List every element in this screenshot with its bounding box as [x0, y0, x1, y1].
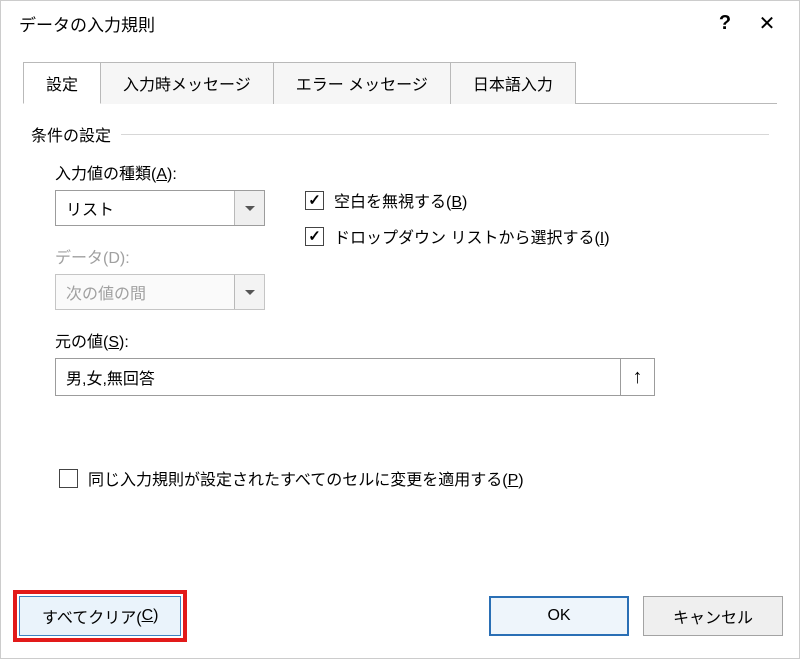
clear-all-highlight: すべてクリア(C)	[13, 590, 187, 642]
tab-content: 条件の設定 入力値の種類(A): リスト データ(D): 次の値の間	[1, 104, 799, 580]
chevron-down-icon[interactable]	[234, 191, 264, 225]
dialog-title: データの入力規則	[19, 11, 705, 36]
tab-settings[interactable]: 設定	[23, 62, 101, 104]
tab-input-message[interactable]: 入力時メッセージ	[101, 62, 274, 104]
apply-all-checkbox[interactable]: 同じ入力規則が設定されたすべてのセルに変更を適用する(P)	[59, 466, 769, 490]
allow-select[interactable]: リスト	[55, 190, 265, 226]
allow-col: 入力値の種類(A): リスト データ(D): 次の値の間	[55, 160, 265, 310]
ignore-blank-checkbox[interactable]: 空白を無視する(B)	[305, 188, 610, 212]
source-input-wrap	[55, 358, 655, 396]
clear-all-button[interactable]: すべてクリア(C)	[19, 596, 181, 636]
allow-row: 入力値の種類(A): リスト データ(D): 次の値の間	[55, 160, 769, 310]
in-cell-dropdown-checkbox[interactable]: ドロップダウン リストから選択する(I)	[305, 224, 610, 248]
tab-bar: 設定 入力時メッセージ エラー メッセージ 日本語入力	[23, 61, 777, 104]
section-header-row: 条件の設定	[31, 122, 769, 146]
section-divider	[121, 134, 769, 135]
checkbox-icon	[305, 191, 324, 210]
source-row: 元の値(S):	[55, 328, 769, 396]
dialog-footer: すべてクリア(C) OK キャンセル	[1, 580, 799, 658]
source-input[interactable]	[56, 359, 620, 395]
checkbox-icon	[59, 469, 78, 488]
data-select: 次の値の間	[55, 274, 265, 310]
close-icon[interactable]: ✕	[745, 11, 789, 36]
section-header: 条件の設定	[31, 122, 111, 146]
source-label: 元の値(S):	[55, 328, 769, 352]
chevron-down-icon	[234, 275, 264, 309]
help-icon[interactable]: ?	[705, 12, 745, 35]
data-select-value: 次の値の間	[56, 280, 234, 304]
titlebar: データの入力規則 ? ✕	[1, 1, 799, 45]
cancel-button[interactable]: キャンセル	[643, 596, 783, 636]
settings-body: 入力値の種類(A): リスト データ(D): 次の値の間	[55, 160, 769, 490]
options-col: 空白を無視する(B) ドロップダウン リストから選択する(I)	[305, 188, 610, 260]
ok-button[interactable]: OK	[489, 596, 629, 636]
tab-error-message[interactable]: エラー メッセージ	[274, 62, 451, 104]
allow-select-value: リスト	[56, 196, 234, 220]
data-label: データ(D):	[55, 244, 265, 268]
tab-ime[interactable]: 日本語入力	[451, 62, 576, 104]
checkbox-icon	[305, 227, 324, 246]
collapse-dialog-icon[interactable]	[620, 359, 654, 395]
data-validation-dialog: データの入力規則 ? ✕ 設定 入力時メッセージ エラー メッセージ 日本語入力…	[0, 0, 800, 659]
allow-label: 入力値の種類(A):	[55, 160, 265, 184]
